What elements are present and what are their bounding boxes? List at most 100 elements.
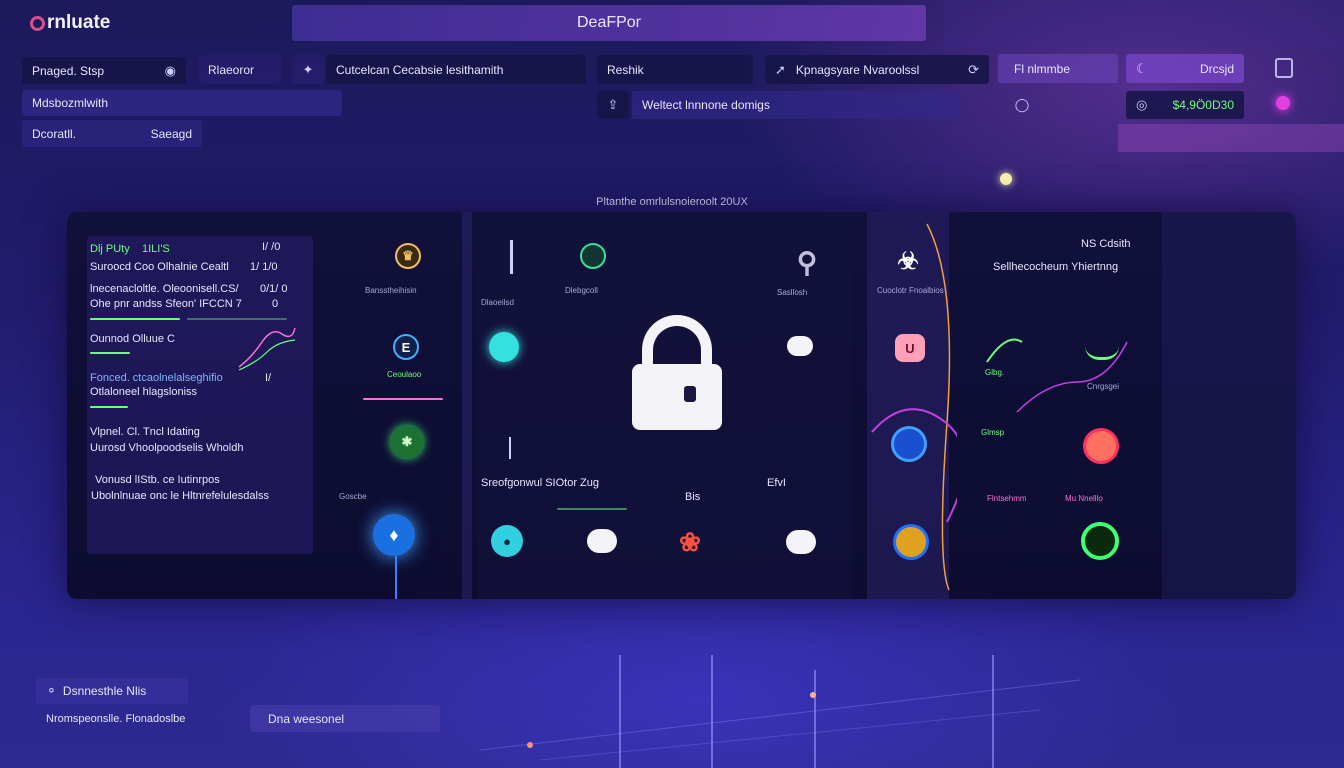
logo-text: rnluate	[47, 12, 111, 33]
pink-line-1	[363, 398, 443, 400]
breadcrumb: Mdsbozmlwith	[22, 90, 342, 116]
right-column-2	[1162, 212, 1296, 599]
status-light	[1000, 173, 1012, 185]
account-row[interactable]: Dcoratll. Saeagd	[22, 120, 202, 147]
link-icon: ⚬	[46, 683, 57, 698]
reset-field-label: Reshik	[607, 62, 644, 77]
reset-field[interactable]: Reshik	[597, 55, 753, 84]
log-row-1-c: I/ /0	[262, 241, 281, 253]
progress-line-4	[90, 406, 128, 408]
lock-icon	[632, 364, 722, 430]
progress-line-2	[187, 318, 287, 320]
center-caption-b: Bis	[685, 491, 701, 503]
filter-field-label: Pnaged. Stsp	[32, 63, 105, 78]
tab-filter[interactable]: Fl nlmmbe	[998, 54, 1118, 83]
security-dashboard-panel: Dlj PUty 1ILI'S I/ /0 Suroocd Coo Olhaln…	[67, 212, 1296, 599]
shield-icon[interactable]: ◯	[1012, 95, 1032, 115]
target-icon: ◎	[1136, 97, 1148, 112]
log-row-6-b: I/	[265, 372, 272, 384]
active-node-icon[interactable]: ♦	[373, 514, 415, 556]
badge-icon[interactable]: ♛	[395, 243, 421, 269]
logo-ring-icon	[30, 15, 45, 31]
page-title-text: DeaFPor	[576, 14, 642, 31]
package-field-label: Kpnagsyare Nvaroolssl	[795, 62, 920, 77]
top-right-strip	[944, 0, 1344, 48]
menu-button-1[interactable]: Rlaeoror	[198, 55, 282, 84]
node-label-4: Dlaoeilsd	[481, 298, 514, 307]
right-caption: EfvI	[767, 477, 786, 489]
upload-icon: ⇪	[607, 97, 619, 112]
globe-icon: ◉	[164, 62, 176, 78]
log-row-4-b: 0	[272, 298, 279, 310]
right-heading: Sellhecocheum Yhiertnng	[993, 261, 1119, 273]
device-icon[interactable]	[1275, 58, 1293, 78]
node-label-1: Bansstheihisin	[365, 286, 417, 295]
footer-connection-label: Dsnnesthle Nlis	[62, 684, 147, 698]
hazard-icon[interactable]: ❀	[671, 522, 709, 562]
tab-profile[interactable]: ☾ Drcsjd	[1126, 54, 1244, 83]
brush-icon: ✦	[302, 61, 314, 77]
context-field-label: Cutcelcan Cecabsie lesithamith	[336, 62, 504, 77]
log-row-4: Ohe pnr andss Sfeon' IFCCN 7	[90, 298, 242, 310]
log-row-5: Ounnod Olluue C	[90, 333, 175, 345]
column-divider-1	[462, 212, 472, 599]
footer-input-text: Dna weesonel	[268, 711, 345, 726]
notification-dot[interactable]	[1276, 96, 1290, 110]
search-input-text: Weltect lnnnone domigs	[642, 98, 770, 112]
e-node-icon[interactable]: E	[393, 334, 419, 360]
balance-value: $4,9Ö0D30	[1172, 98, 1234, 112]
shield-node-icon[interactable]	[580, 243, 606, 269]
divider-mark	[510, 240, 513, 274]
log-row-3-b: 0/1/ 0	[260, 283, 288, 295]
tab-profile-label: Drcsjd	[1199, 61, 1234, 76]
pill-node[interactable]	[787, 336, 813, 356]
footer-status: Nromspeonslle. Flonadoslbe	[46, 713, 186, 725]
signal-node[interactable]	[1085, 332, 1119, 360]
balance-display: ◎ $4,9Ö0D30	[1126, 91, 1244, 119]
menu-button-1-label: Rlaeoror	[208, 62, 255, 77]
breadcrumb-text: Mdsbozmlwith	[32, 96, 109, 110]
log-row-6: Fonced. ctcaolnelalseghifio	[90, 372, 223, 384]
log-row-3: lnecenacloltle. Oleoonisell.CS/	[90, 283, 239, 295]
filter-field[interactable]: Pnaged. Stsp ◉	[22, 57, 186, 84]
log-sparkline	[238, 327, 296, 371]
context-field[interactable]: Cutcelcan Cecabsie lesithamith	[326, 55, 586, 84]
flow-curves	[871, 223, 957, 591]
status-ok-node[interactable]	[1081, 522, 1119, 560]
alert-node[interactable]	[1083, 428, 1119, 464]
network-node-icon[interactable]: ✱	[391, 426, 423, 458]
log-row-2-b: 1/ 1/0	[250, 261, 278, 273]
progress-line-1	[90, 318, 180, 320]
app-logo: rnluate	[30, 12, 110, 34]
footer-connection[interactable]: ⚬ Dsnnesthle Nlis	[36, 678, 188, 704]
search-input[interactable]: Weltect lnnnone domigs	[632, 91, 960, 119]
lock-keyhole	[684, 386, 696, 402]
right-tag-4: Flntsehmm	[987, 494, 1027, 503]
log-row-1-b: 1ILI'S	[141, 243, 170, 255]
footer-input[interactable]: Dna weesonel	[250, 705, 440, 732]
tab-filter-label: Fl nlmmbe	[1014, 61, 1071, 76]
log-row-7: Otlaloneel hlagsloniss	[90, 386, 198, 398]
account-value: Saeagd	[150, 126, 192, 141]
pill-node-2[interactable]	[786, 530, 816, 554]
microphone-icon[interactable]: ⚲	[787, 242, 827, 282]
node-label-2: Ceoulaoo	[387, 370, 422, 379]
upload-button[interactable]: ⇪	[597, 91, 629, 119]
center-caption: Sreofgonwul SIOtor Zug	[481, 477, 600, 489]
active-node-line	[395, 556, 397, 599]
brush-button[interactable]: ✦	[292, 55, 324, 84]
account-label: Dcoratll.	[32, 126, 77, 141]
log-row-1: Dlj PUty 1ILI'S	[90, 242, 170, 256]
node-label-6: Sasllosh	[777, 288, 808, 297]
moon-icon: ☾	[1136, 60, 1148, 76]
package-field[interactable]: ➚ Kpnagsyare Nvaroolssl ⟳	[765, 55, 989, 84]
side-glow-strip	[1118, 124, 1344, 152]
log-row-2: Suroocd Coo Olhalnie Cealtl	[90, 261, 229, 273]
toggle-chip[interactable]	[587, 529, 617, 553]
log-row-9: Uurosd Vhoolpoodselis Wholdh	[90, 442, 244, 454]
location-pin-icon[interactable]: ●	[491, 525, 523, 557]
node-label-3: Goscbe	[339, 492, 367, 501]
cyan-node-icon[interactable]	[489, 332, 519, 362]
progress-line-3	[90, 352, 130, 354]
node-label-5: Dlebgcoll	[565, 286, 598, 295]
